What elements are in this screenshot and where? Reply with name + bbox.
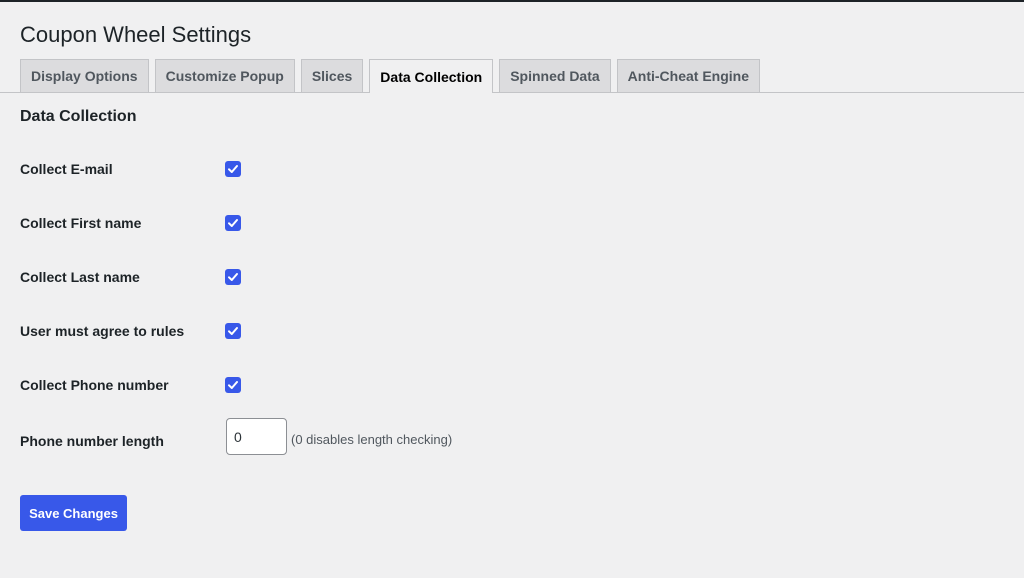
checkmark-icon <box>228 165 238 173</box>
field-label: Collect First name <box>20 215 142 231</box>
field-label: Collect Phone number <box>20 377 169 393</box>
field-label: Collect Last name <box>20 269 140 285</box>
checkmark-icon <box>228 327 238 335</box>
checkmark-icon <box>228 381 238 389</box>
phone-length-input[interactable] <box>226 418 287 455</box>
field-label: User must agree to rules <box>20 323 185 339</box>
tab-customize-popup[interactable]: Customize Popup <box>154 59 295 92</box>
save-changes-button[interactable]: Save Changes <box>20 495 127 531</box>
checkmark-icon <box>228 219 238 227</box>
section-title: Data Collection <box>20 108 137 125</box>
admin-top-bar <box>0 0 1024 2</box>
checkmark-icon <box>228 273 238 281</box>
settings-tabs: Display Options Customize Popup Slices D… <box>20 59 766 93</box>
tab-anti-cheat-engine[interactable]: Anti-Cheat Engine <box>616 59 761 92</box>
field-row-collect-first-name: Collect First name <box>20 213 620 237</box>
collect-first-name-checkbox[interactable] <box>225 215 241 231</box>
collect-last-name-checkbox[interactable] <box>225 269 241 285</box>
page-title: Coupon Wheel Settings <box>20 22 252 47</box>
field-label: Collect E-mail <box>20 161 113 177</box>
field-row-phone-length: Phone number length (0 disables length c… <box>20 418 620 455</box>
collect-phone-checkbox[interactable] <box>225 377 241 393</box>
field-label: Phone number length <box>20 433 164 449</box>
field-row-collect-phone: Collect Phone number <box>20 375 620 399</box>
collect-email-checkbox[interactable] <box>225 161 241 177</box>
tab-slices[interactable]: Slices <box>300 59 364 92</box>
field-row-agree-rules: User must agree to rules <box>20 321 620 345</box>
tab-display-options[interactable]: Display Options <box>20 59 149 92</box>
phone-length-hint: (0 disables length checking) <box>291 432 453 447</box>
tab-data-collection[interactable]: Data Collection <box>369 59 494 93</box>
tab-spinned-data[interactable]: Spinned Data <box>499 59 611 92</box>
field-row-collect-email: Collect E-mail <box>20 159 620 183</box>
field-row-collect-last-name: Collect Last name <box>20 267 620 291</box>
agree-rules-checkbox[interactable] <box>225 323 241 339</box>
